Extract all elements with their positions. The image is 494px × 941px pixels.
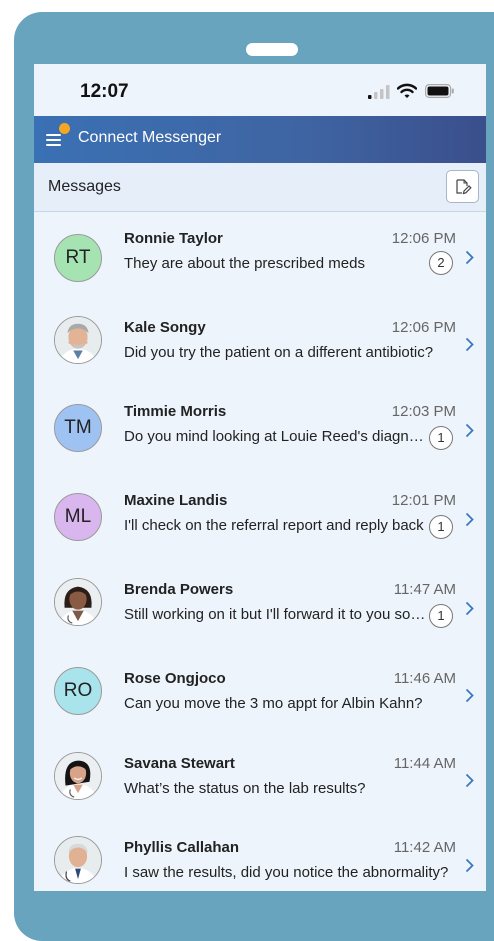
female-doctor-dark-hair-photo bbox=[55, 579, 101, 625]
message-row[interactable]: RT Ronnie Taylor 12:06 PM They are about… bbox=[34, 213, 486, 303]
device-speaker bbox=[246, 43, 298, 56]
message-preview: Did you try the patient on a different a… bbox=[124, 344, 434, 361]
male-doctor-white-hair-photo bbox=[55, 837, 101, 883]
page-title: Messages bbox=[48, 178, 121, 195]
contact-name: Ronnie Taylor bbox=[124, 230, 223, 247]
avatar bbox=[54, 578, 102, 626]
message-row[interactable]: Kale Songy 12:06 PM Did you try the pati… bbox=[34, 302, 486, 387]
message-row[interactable]: RO Rose Ongjoco 11:46 AM Can you move th… bbox=[34, 653, 486, 739]
message-time: 12:03 PM bbox=[391, 403, 456, 420]
avatar: RT bbox=[54, 234, 102, 282]
messages-header: Messages bbox=[34, 163, 486, 212]
message-preview: They are about the prescribed meds bbox=[124, 255, 365, 272]
battery-icon bbox=[425, 84, 454, 98]
signal-icon bbox=[368, 85, 390, 99]
message-preview: I saw the results, did you notice the ab… bbox=[124, 864, 449, 881]
message-preview: Do you mind looking at Louie Reed's diag… bbox=[124, 428, 426, 445]
message-time: 11:44 AM bbox=[393, 755, 456, 772]
chevron-right-icon bbox=[465, 858, 474, 873]
unread-badge: 1 bbox=[429, 426, 453, 450]
notification-dot bbox=[59, 123, 70, 134]
message-preview: Still working on it but I'll forward it … bbox=[124, 606, 426, 623]
avatar: ML bbox=[54, 493, 102, 541]
message-row[interactable]: TM Timmie Morris 12:03 PM Do you mind lo… bbox=[34, 386, 486, 476]
message-preview: I'll check on the referral report and re… bbox=[124, 517, 424, 534]
avatar bbox=[54, 836, 102, 884]
app-title: Connect Messenger bbox=[78, 129, 222, 146]
message-time: 12:06 PM bbox=[391, 319, 456, 336]
wifi-icon bbox=[397, 83, 417, 98]
male-doctor-gray-hair-photo bbox=[55, 317, 101, 363]
compose-button[interactable] bbox=[446, 170, 479, 203]
chevron-right-icon bbox=[465, 688, 474, 703]
status-time: 12:07 bbox=[80, 81, 129, 102]
message-preview: Can you move the 3 mo appt for Albin Kah… bbox=[124, 695, 423, 712]
avatar bbox=[54, 752, 102, 800]
menu-icon-line bbox=[46, 134, 61, 136]
avatar-initials: RO bbox=[63, 680, 93, 701]
message-time: 11:47 AM bbox=[393, 581, 456, 598]
status-bar: 12:07 bbox=[34, 64, 486, 116]
message-preview: What’s the status on the lab results? bbox=[124, 780, 366, 797]
menu-icon-line bbox=[46, 144, 61, 146]
avatar: TM bbox=[54, 404, 102, 452]
avatar-initials: TM bbox=[64, 417, 92, 438]
message-row[interactable]: Phyllis Callahan 11:42 AM I saw the resu… bbox=[34, 822, 486, 891]
chevron-right-icon bbox=[465, 423, 474, 438]
contact-name: Savana Stewart bbox=[124, 755, 235, 772]
contact-name: Phyllis Callahan bbox=[124, 839, 240, 856]
message-row[interactable]: Brenda Powers 11:47 AM Still working on … bbox=[34, 564, 486, 654]
contact-name: Maxine Landis bbox=[124, 492, 228, 509]
contact-name: Brenda Powers bbox=[124, 581, 234, 598]
chevron-right-icon bbox=[465, 512, 474, 527]
message-time: 11:46 AM bbox=[393, 670, 456, 687]
contact-name: Rose Ongjoco bbox=[124, 670, 226, 687]
phone-screen: 12:07 Connect Messenger Messages RT Ronn… bbox=[34, 64, 486, 891]
contact-name: Timmie Morris bbox=[124, 403, 227, 420]
unread-badge: 1 bbox=[429, 515, 453, 539]
unread-badge: 1 bbox=[429, 604, 453, 628]
chevron-right-icon bbox=[465, 337, 474, 352]
chevron-right-icon bbox=[465, 250, 474, 265]
avatar: RO bbox=[54, 667, 102, 715]
message-time: 11:42 AM bbox=[393, 839, 456, 856]
avatar-initials: RT bbox=[65, 247, 91, 268]
avatar-initials: ML bbox=[64, 506, 92, 527]
unread-badge: 2 bbox=[429, 251, 453, 275]
chevron-right-icon bbox=[465, 773, 474, 788]
contact-name: Kale Songy bbox=[124, 319, 206, 336]
compose-icon bbox=[456, 179, 472, 195]
message-time: 12:01 PM bbox=[391, 492, 456, 509]
app-header: Connect Messenger bbox=[34, 116, 486, 163]
menu-icon-line bbox=[46, 139, 61, 141]
message-time: 12:06 PM bbox=[391, 230, 456, 247]
menu-button[interactable] bbox=[46, 123, 72, 153]
chevron-right-icon bbox=[465, 601, 474, 616]
message-row[interactable]: ML Maxine Landis 12:01 PM I'll check on … bbox=[34, 475, 486, 565]
female-doctor-black-hair-photo bbox=[55, 753, 101, 799]
avatar bbox=[54, 316, 102, 364]
message-row[interactable]: Savana Stewart 11:44 AM What’s the statu… bbox=[34, 738, 486, 823]
